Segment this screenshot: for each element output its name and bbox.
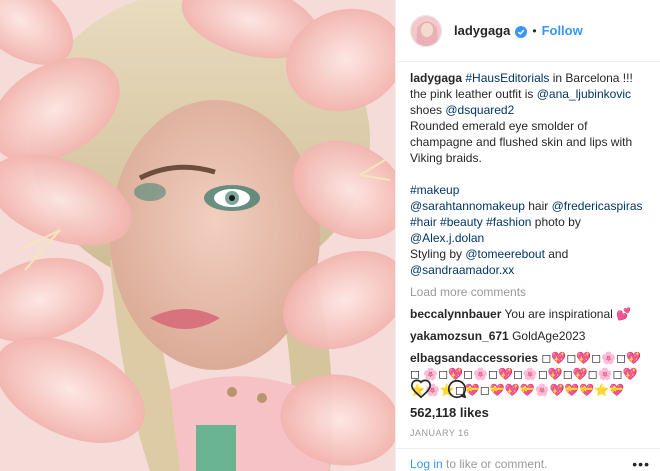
hashtag-link[interactable]: #hair bbox=[410, 215, 437, 229]
comment-item: beccalynnbauer You are inspirational 💕 bbox=[410, 306, 650, 322]
action-bar bbox=[410, 377, 482, 401]
header-username[interactable]: ladygaga bbox=[454, 23, 510, 38]
portrait-image bbox=[0, 0, 395, 471]
comment-bubble-icon[interactable] bbox=[446, 378, 468, 400]
post-photo[interactable] bbox=[0, 0, 395, 471]
comment-username[interactable]: beccalynnbauer bbox=[410, 307, 501, 321]
mention-link[interactable]: @sarahtannomakeup bbox=[410, 199, 525, 213]
comment-item: yakamozsun_671 GoldAge2023 bbox=[410, 328, 650, 344]
follow-button[interactable]: Follow bbox=[542, 23, 583, 38]
hashtag-link[interactable]: #makeup bbox=[410, 183, 459, 197]
caption-para-1: ladygaga #HausEditorials in Barcelona !!… bbox=[410, 70, 650, 118]
mention-link[interactable]: @ana_ljubinkovic bbox=[537, 87, 631, 101]
avatar[interactable] bbox=[410, 14, 442, 47]
comment-text: You are inspirational 💕 bbox=[504, 307, 632, 321]
caption-username[interactable]: ladygaga bbox=[410, 71, 462, 85]
caption-text: photo by bbox=[531, 215, 581, 229]
mention-link[interactable]: @tomeerebout bbox=[465, 247, 545, 261]
mention-link[interactable]: @fredericaspiras bbox=[552, 199, 643, 213]
verified-badge-icon bbox=[515, 25, 528, 38]
heart-icon[interactable] bbox=[410, 378, 432, 400]
post-details-panel: ladygaga • Follow ladygaga #HausEditoria… bbox=[395, 0, 660, 471]
comment-text: GoldAge2023 bbox=[512, 329, 586, 343]
hashtag-link[interactable]: #fashion bbox=[486, 215, 531, 229]
caption-para-2: Rounded emerald eye smolder of champagne… bbox=[410, 119, 633, 165]
login-footer: Log in to like or comment. bbox=[396, 448, 660, 471]
caption-para-3: #makeup @sarahtannomakeup hair @frederic… bbox=[410, 182, 650, 278]
caption: ladygaga #HausEditorials in Barcelona !!… bbox=[410, 70, 650, 278]
comment-username[interactable]: elbagsandaccessories bbox=[410, 351, 538, 365]
footer-text: to like or comment. bbox=[442, 457, 548, 471]
mention-link[interactable]: @Alex.j.dolan bbox=[410, 231, 484, 245]
hashtag-link[interactable]: #beauty bbox=[440, 215, 483, 229]
post-date: JANUARY 16 bbox=[410, 428, 470, 438]
caption-text: hair bbox=[524, 199, 552, 213]
likes-count[interactable]: 562,118 likes bbox=[410, 405, 489, 420]
caption-text: Styling by bbox=[410, 247, 466, 261]
mention-link[interactable]: @dsquared2 bbox=[445, 103, 514, 117]
caption-text: shoes bbox=[410, 103, 446, 117]
load-more-comments-button[interactable]: Load more comments bbox=[410, 284, 650, 300]
comments-area: ladygaga #HausEditorials in Barcelona !!… bbox=[410, 70, 650, 404]
login-link[interactable]: Log in bbox=[410, 457, 443, 471]
post-header: ladygaga • Follow bbox=[396, 0, 660, 62]
mention-link[interactable]: @sandraamador.xx bbox=[410, 263, 514, 277]
more-options-icon[interactable]: ••• bbox=[632, 456, 650, 471]
separator-dot: • bbox=[532, 23, 537, 38]
hashtag-link[interactable]: #HausEditorials bbox=[465, 71, 549, 85]
comment-username[interactable]: yakamozsun_671 bbox=[410, 329, 509, 343]
caption-text: and bbox=[544, 247, 569, 261]
